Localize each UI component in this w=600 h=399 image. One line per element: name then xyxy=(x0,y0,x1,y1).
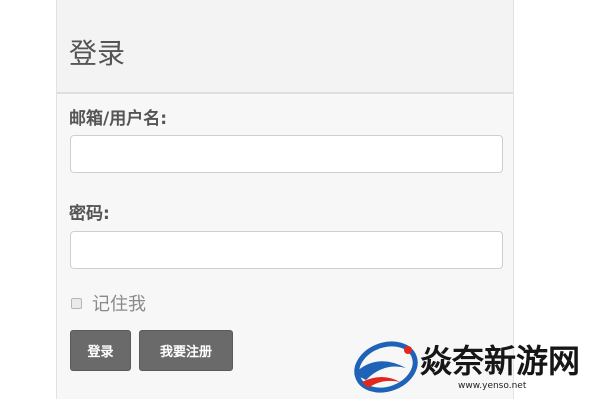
username-input[interactable] xyxy=(70,135,503,173)
remember-label: 记住我 xyxy=(92,294,146,315)
panel-heading: 登录 xyxy=(57,0,513,94)
remember-checkbox[interactable] xyxy=(71,297,82,309)
login-button[interactable]: 登录 xyxy=(70,330,131,371)
password-input[interactable] xyxy=(70,231,503,269)
password-label: 密码: xyxy=(69,204,110,224)
register-button[interactable]: 我要注册 xyxy=(139,330,233,371)
page-title: 登录 xyxy=(69,37,126,70)
remember-me[interactable]: 记住我 xyxy=(71,292,146,315)
watermark-logo-icon xyxy=(354,341,418,393)
watermark-url: www.yenso.net xyxy=(458,381,527,391)
username-label: 邮箱/用户名: xyxy=(69,109,168,129)
watermark-brand: 焱奈新游网 xyxy=(420,342,581,380)
